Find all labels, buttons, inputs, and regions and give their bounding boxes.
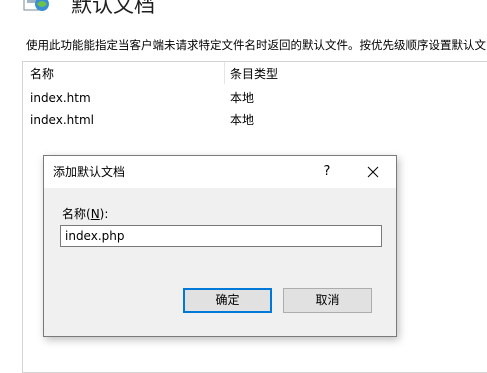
name-label: 名称(N): <box>62 206 108 222</box>
list-item[interactable]: index.htm 本地 <box>23 88 487 110</box>
default-document-icon <box>22 0 52 16</box>
column-separator[interactable] <box>224 62 225 84</box>
ok-button[interactable]: 确定 <box>183 288 272 313</box>
list-header: 名称 条目类型 <box>23 62 487 86</box>
list-item[interactable]: index.html 本地 <box>23 110 487 132</box>
name-input[interactable] <box>60 225 382 247</box>
close-icon <box>367 166 379 178</box>
help-button[interactable]: ? <box>310 160 344 184</box>
list-item-name: index.htm <box>30 91 91 105</box>
dialog-body: 名称(N): 确定 取消 <box>44 188 396 336</box>
column-header-name[interactable]: 名称 <box>30 66 54 82</box>
page-title: 默认文档 <box>71 0 155 17</box>
close-button[interactable] <box>356 160 390 184</box>
list-item-name: index.html <box>30 113 94 127</box>
name-label-prefix: 名称( <box>62 207 91 221</box>
dialog-titlebar[interactable]: 添加默认文档 ? <box>44 156 396 188</box>
list-item-type: 本地 <box>230 113 255 127</box>
list-item-type: 本地 <box>230 91 255 105</box>
name-label-suffix: ): <box>99 207 109 221</box>
dialog-title: 添加默认文档 <box>53 165 126 179</box>
cancel-button[interactable]: 取消 <box>283 288 372 313</box>
add-default-document-dialog: 添加默认文档 ? 名称(N): 确定 取消 <box>43 155 397 337</box>
column-header-entry-type[interactable]: 条目类型 <box>230 66 278 82</box>
name-label-access-key: N <box>90 207 100 221</box>
page-description: 使用此功能能指定当客户端未请求特定文件名时返回的默认文件。按优先级顺序设置默认文 <box>26 38 486 52</box>
